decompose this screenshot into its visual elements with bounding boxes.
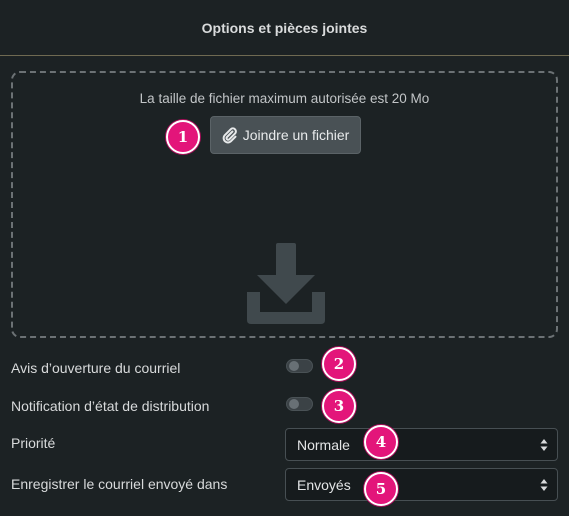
select-arrows-icon <box>540 439 548 451</box>
annotation-badge-5: 5 <box>364 472 398 506</box>
annotation-badge-3: 3 <box>322 389 356 423</box>
dialog-header: Options et pièces jointes <box>0 0 569 56</box>
toggle-knob <box>289 399 299 409</box>
priority-label: Priorité <box>11 435 56 451</box>
read-receipt-label: Avis d’ouverture du courriel <box>11 360 181 376</box>
download-icon <box>247 243 325 324</box>
attach-file-label: Joindre un fichier <box>242 127 350 143</box>
annotation-badge-1: 1 <box>166 120 200 154</box>
priority-select[interactable]: Normale <box>285 428 558 461</box>
delivery-status-label: Notification d’état de distribution <box>11 398 210 414</box>
select-arrows-icon <box>540 479 548 491</box>
toggle-knob <box>289 361 299 371</box>
paperclip-icon <box>222 126 237 143</box>
save-sent-label: Enregistrer le courriel envoyé dans <box>11 476 228 492</box>
save-sent-folder-select[interactable]: Envoyés <box>285 468 558 501</box>
annotation-badge-4: 4 <box>364 425 398 459</box>
delivery-status-toggle[interactable] <box>286 397 313 411</box>
dialog-title: Options et pièces jointes <box>201 19 368 36</box>
read-receipt-toggle[interactable] <box>286 359 313 373</box>
file-dropzone[interactable]: La taille de fichier maximum autorisée e… <box>11 71 558 338</box>
priority-value: Normale <box>297 437 350 453</box>
annotation-badge-2: 2 <box>322 347 356 381</box>
save-sent-value: Envoyés <box>297 477 351 493</box>
max-size-text: La taille de fichier maximum autorisée e… <box>139 91 430 106</box>
attach-file-button[interactable]: Joindre un fichier <box>210 116 361 154</box>
